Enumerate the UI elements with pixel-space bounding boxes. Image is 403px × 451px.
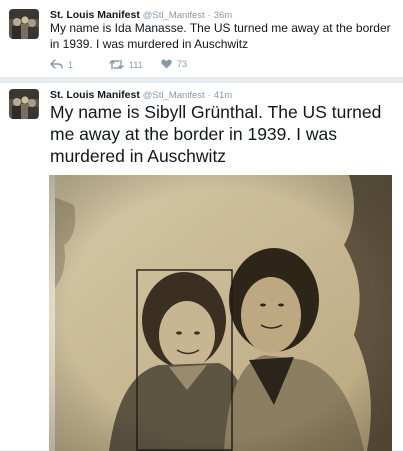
avatar[interactable] — [9, 89, 39, 119]
avatar[interactable] — [9, 9, 39, 39]
retweet-count: 111 — [129, 59, 143, 70]
author-name[interactable]: St. Louis Manifest — [50, 89, 140, 101]
tweet-photo[interactable] — [49, 175, 392, 451]
heart-icon — [161, 59, 172, 69]
tweet-card[interactable]: St. Louis Manifest @Stl_Manifest · 41m M… — [0, 82, 403, 451]
separator-dot: · — [207, 90, 211, 101]
retweet-button[interactable]: 111 — [109, 59, 143, 70]
like-count: 73 — [177, 59, 188, 69]
tweet-text: My name is Ida Manasse. The US turned me… — [50, 21, 391, 51]
author-handle[interactable]: @Stl_Manifest — [143, 90, 205, 101]
like-button[interactable]: 73 — [161, 59, 187, 69]
photo-two-women-image — [49, 175, 392, 451]
reply-icon — [50, 59, 63, 69]
tweet-timestamp[interactable]: 41m — [214, 90, 232, 101]
tweet-timestamp[interactable]: 36m — [214, 10, 232, 21]
retweet-icon — [109, 59, 124, 70]
author-name[interactable]: St. Louis Manifest — [50, 9, 140, 21]
separator-dot: · — [207, 10, 211, 21]
reply-count: 1 — [68, 59, 74, 70]
tweet-card[interactable]: St. Louis Manifest @Stl_Manifest · 36m M… — [0, 0, 403, 78]
tweet-text: My name is Sibyll Grünthal. The US turne… — [50, 102, 382, 166]
avatar-photo-icon — [9, 9, 39, 39]
avatar-photo-icon — [9, 89, 39, 119]
author-handle[interactable]: @Stl_Manifest — [143, 10, 205, 21]
reply-button[interactable]: 1 — [50, 59, 73, 70]
